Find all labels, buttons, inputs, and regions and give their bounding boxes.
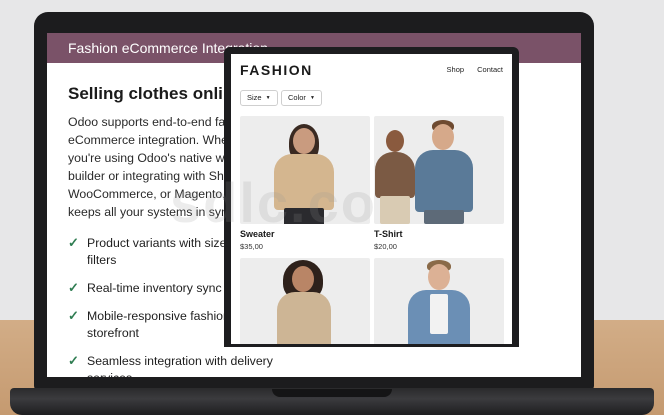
product-name[interactable]: T-Shirt <box>374 229 504 239</box>
product-image[interactable] <box>374 258 504 344</box>
model-head <box>293 128 315 154</box>
store-brand[interactable]: FASHION <box>240 62 313 78</box>
product-image[interactable] <box>240 258 370 344</box>
watermark: sdlc.co <box>170 171 377 234</box>
model-pants <box>380 196 410 224</box>
color-filter-dropdown[interactable]: Color ▼ <box>281 90 322 106</box>
model-tshirt-white <box>430 294 448 334</box>
model-head <box>386 130 404 152</box>
product-card-dress[interactable] <box>240 258 370 344</box>
size-filter-dropdown[interactable]: Size ▼ <box>240 90 278 106</box>
caret-down-icon: ▼ <box>265 95 271 101</box>
color-filter-label: Color <box>288 93 306 102</box>
nav-link-contact[interactable]: Contact <box>477 65 503 74</box>
model-shirt-blue <box>415 150 473 212</box>
check-icon: ✓ <box>68 280 79 295</box>
model-tshirt-brown <box>375 152 415 198</box>
check-icon: ✓ <box>68 308 79 323</box>
model-head <box>292 266 314 292</box>
feature-label: Real-time inventory sync <box>87 281 222 295</box>
feature-label: Seamless integration with delivery servi… <box>87 354 273 377</box>
nav-link-shop[interactable]: Shop <box>447 65 465 74</box>
size-filter-label: Size <box>247 93 262 102</box>
store-nav: Shop Contact <box>436 65 503 74</box>
product-card-denim-jacket[interactable] <box>374 258 504 344</box>
check-icon: ✓ <box>68 353 79 368</box>
model-dress <box>277 292 331 344</box>
caret-down-icon: ▼ <box>309 95 315 101</box>
model-head <box>432 124 454 150</box>
feature-item: ✓ Seamless integration with delivery serv… <box>68 353 273 378</box>
product-price: $35,00 <box>240 242 263 251</box>
product-image[interactable] <box>374 116 504 224</box>
feature-label: Mobile-responsive fashion storefront <box>87 309 230 340</box>
check-icon: ✓ <box>68 235 79 250</box>
model-jeans <box>424 210 464 224</box>
product-price: $20,00 <box>374 242 397 251</box>
product-card-tshirt[interactable]: T-Shirt $20,00 <box>374 116 504 251</box>
laptop-notch <box>272 389 392 397</box>
model-head <box>428 264 450 290</box>
